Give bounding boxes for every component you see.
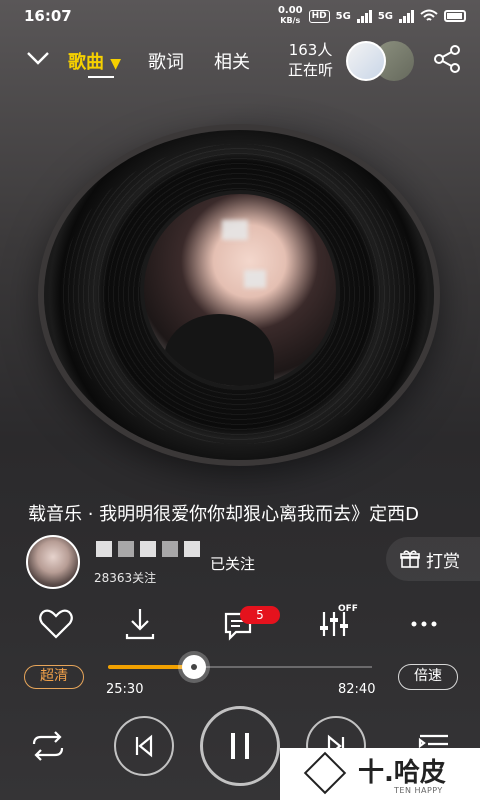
tab-related[interactable]: 相关: [214, 48, 250, 74]
cover-blur-2: [244, 270, 266, 288]
signal-2-label: 5G: [377, 10, 393, 22]
album-cover[interactable]: [140, 190, 340, 390]
signal-1-label: 5G: [335, 10, 351, 22]
battery-icon: [444, 10, 466, 22]
follow-button[interactable]: 已关注: [210, 553, 255, 574]
signal-1-icon: [356, 9, 372, 23]
tab-lyrics[interactable]: 歌词: [148, 48, 184, 74]
listeners-count: 163人: [288, 41, 333, 59]
cover-blur-1: [222, 220, 248, 240]
status-time: 16:07: [24, 7, 72, 25]
status-right: 0.00 KB/s HD 5G 5G: [278, 6, 466, 26]
download-icon[interactable]: [120, 604, 160, 644]
cover-figure: [164, 314, 274, 386]
tab-song-label: 歌曲: [68, 52, 104, 73]
progress-thumb[interactable]: [182, 655, 206, 679]
watermark-subtitle: TEN HAPPY: [394, 786, 443, 795]
watermark: 十.哈皮 TEN HAPPY: [280, 748, 480, 800]
uploader-avatar[interactable]: [26, 535, 80, 589]
previous-icon: [135, 734, 153, 758]
quality-button[interactable]: 超清: [24, 665, 84, 689]
header: 歌曲 ▼ 歌词 相关 163人 正在听: [0, 34, 480, 90]
net-speed-unit: KB/s: [280, 16, 301, 25]
current-time: 25:30: [106, 682, 144, 697]
net-speed-value: 0.00: [277, 5, 303, 16]
chevron-down-icon[interactable]: [26, 50, 50, 66]
equalizer-off-label: OFF: [338, 604, 358, 614]
reward-label: 打赏: [426, 551, 460, 572]
pause-icon: [231, 733, 249, 759]
total-time: 82:40: [338, 682, 376, 697]
signal-2-icon: [399, 9, 414, 23]
net-speed: 0.00 KB/s: [278, 6, 303, 26]
tab-song[interactable]: 歌曲 ▼: [68, 48, 121, 74]
reward-button[interactable]: 打赏: [386, 537, 480, 581]
comment-count-badge: 5: [240, 606, 280, 624]
pause-button[interactable]: [200, 706, 280, 786]
previous-button[interactable]: [114, 716, 174, 776]
listeners-info[interactable]: 163人 正在听: [288, 40, 333, 80]
watermark-logo-icon: [303, 751, 347, 795]
uploader-fans: 28363关注: [94, 571, 157, 585]
speed-button[interactable]: 倍速: [398, 664, 458, 690]
song-title-marquee: 载音乐 · 我明明很爱你你却狠心离我而去》定西D: [28, 504, 420, 525]
gift-icon: [400, 550, 420, 568]
uploader-name-censored[interactable]: [96, 541, 200, 557]
listeners-label: 正在听: [288, 61, 334, 79]
share-icon[interactable]: [432, 44, 462, 74]
status-bar: 16:07 0.00 KB/s HD 5G 5G: [0, 0, 480, 34]
repeat-icon[interactable]: [28, 730, 68, 762]
uploader-row: 28363关注 已关注 打赏: [0, 533, 480, 589]
listener-avatar-1: [346, 41, 386, 81]
more-icon[interactable]: [404, 604, 444, 644]
action-bar: 5 OFF: [0, 600, 480, 648]
hd-icon: HD: [308, 9, 330, 23]
heart-icon[interactable]: [36, 604, 76, 644]
caret-down-icon: ▼: [110, 56, 122, 72]
wifi-icon: [420, 9, 438, 21]
watermark-title: 十.哈皮: [358, 758, 446, 788]
tab-underline: [88, 76, 114, 78]
